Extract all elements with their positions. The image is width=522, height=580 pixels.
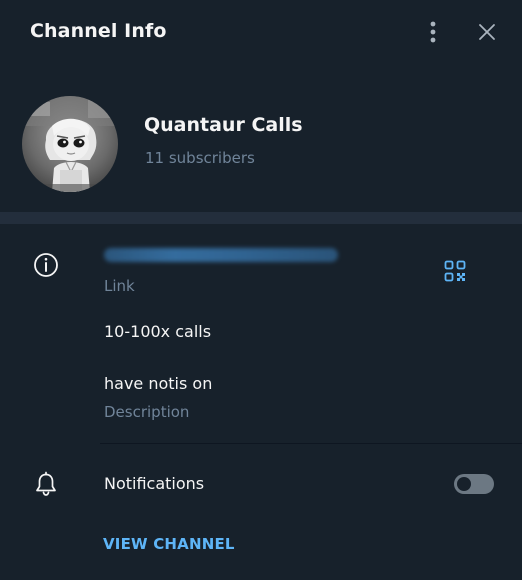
more-menu-button[interactable] xyxy=(418,17,448,47)
info-icon xyxy=(34,253,58,277)
avatar-image xyxy=(22,96,118,192)
toggle-knob xyxy=(457,477,471,491)
description-value: have notis on xyxy=(104,374,213,393)
close-icon xyxy=(479,24,495,40)
row-divider xyxy=(100,443,522,444)
channel-tagline: 10-100x calls xyxy=(104,322,212,341)
page-title: Channel Info xyxy=(30,20,167,42)
notifications-label: Notifications xyxy=(104,474,205,493)
avatar[interactable] xyxy=(22,96,118,192)
view-channel-button[interactable]: VIEW CHANNEL xyxy=(103,535,235,553)
description-label: Description xyxy=(104,403,190,421)
bell-icon xyxy=(36,471,56,496)
kebab-menu-icon xyxy=(430,21,436,43)
channel-link[interactable] xyxy=(104,248,338,262)
channel-info-panel: Channel Info Quantaur Calls 11 subscribe… xyxy=(0,0,522,580)
section-divider xyxy=(0,212,522,224)
profile-section: Quantaur Calls 11 subscribers xyxy=(0,82,522,194)
close-button[interactable] xyxy=(472,17,502,47)
header: Channel Info xyxy=(0,0,522,66)
qr-code-icon xyxy=(444,260,466,282)
subscriber-count: 11 subscribers xyxy=(145,149,255,167)
link-label: Link xyxy=(104,277,135,295)
channel-name: Quantaur Calls xyxy=(144,114,303,136)
notifications-toggle[interactable] xyxy=(454,474,494,494)
qr-code-button[interactable] xyxy=(440,256,470,286)
